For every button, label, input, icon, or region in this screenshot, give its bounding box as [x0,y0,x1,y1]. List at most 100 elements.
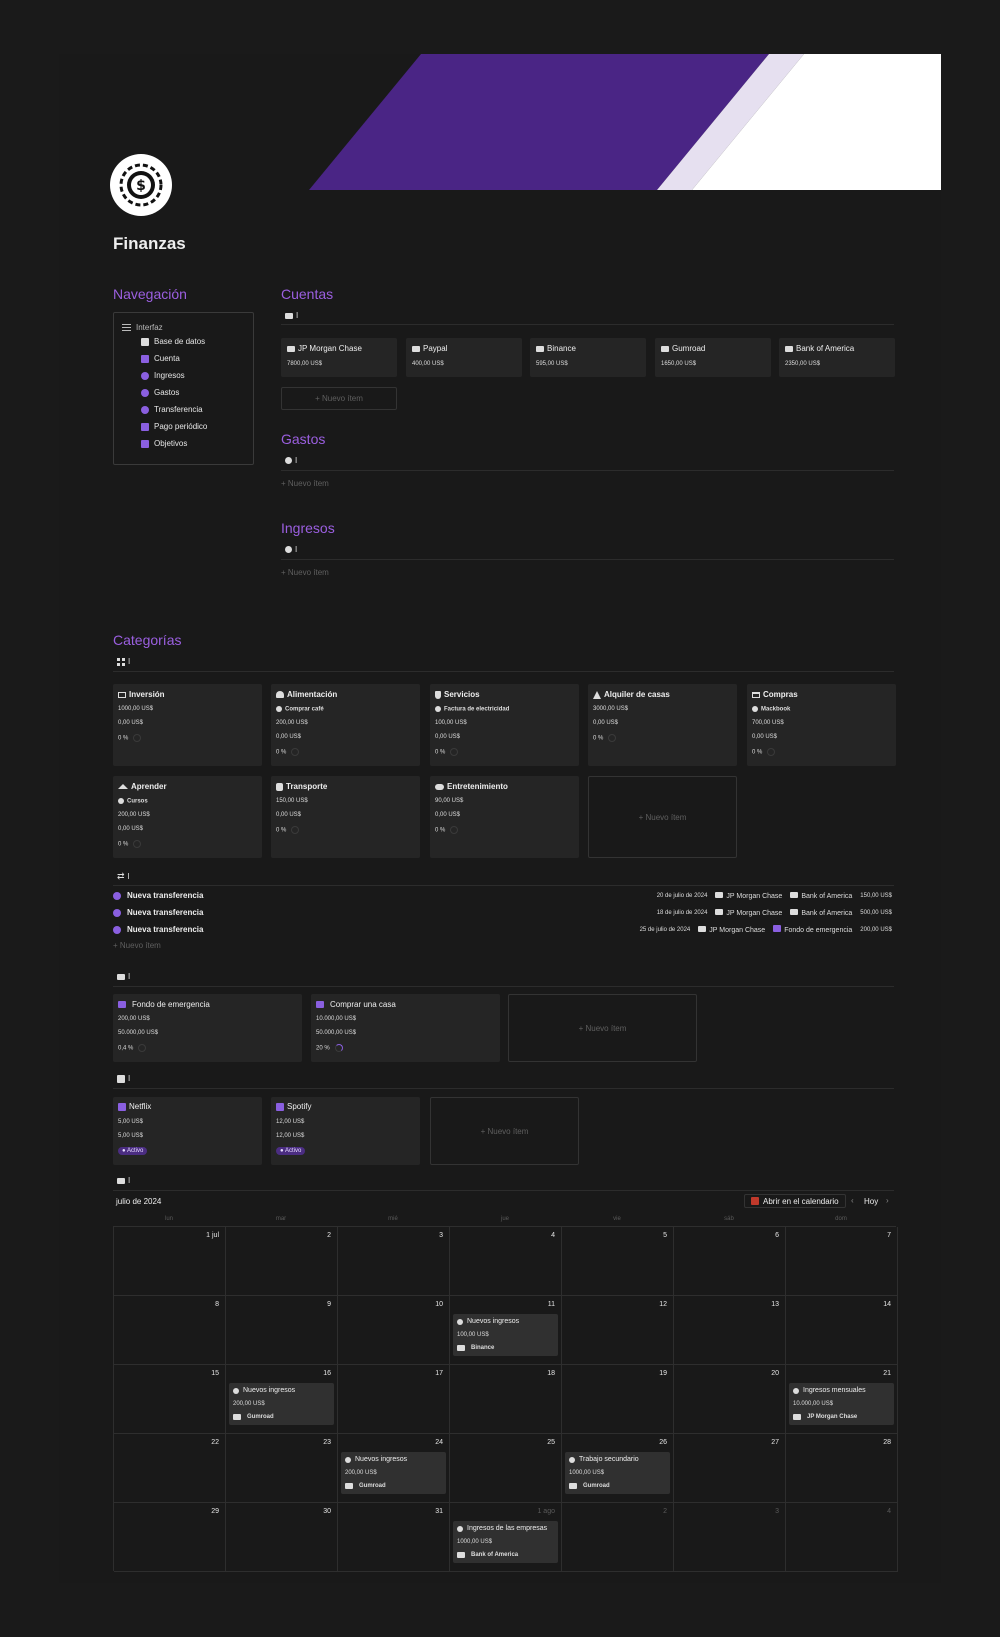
today-button[interactable]: Hoy [864,1197,878,1206]
day-number: 12 [659,1301,667,1308]
calendar-day-cell[interactable]: 23 [226,1434,338,1503]
prev-month-button[interactable]: ‹ [851,1196,854,1205]
calendar-event[interactable]: Trabajo secundario 1000,00 US$ Gumroad [565,1452,670,1494]
subscriptions-new-item-button[interactable]: + Nuevo ítem [430,1097,579,1165]
calendar-day-cell[interactable]: 4 [786,1503,898,1572]
calendar-day-cell[interactable]: 27 [674,1434,786,1503]
calendar-day-cell[interactable]: 9 [226,1296,338,1365]
calendar-day-cell[interactable]: 21 Ingresos mensuales 10.000,00 US$ JP Morg… [786,1365,898,1434]
nav-item-pago-periodico[interactable]: Pago periódico [141,422,207,431]
finance-gear-icon[interactable]: $ [110,154,172,216]
calendar-day-cell[interactable]: 6 [674,1227,786,1296]
calendar-day-cell[interactable]: 8 [114,1296,226,1365]
account-card[interactable]: Binance 595,00 US$ [530,338,646,377]
calendar-day-cell[interactable]: 26 Trabajo secundario 1000,00 US$ Gumroad [562,1434,674,1503]
categorias-view-tab[interactable]: I [117,657,130,666]
nav-item-transferencia[interactable]: Transferencia [141,405,203,414]
next-month-button[interactable]: › [886,1196,889,1205]
calendar-day-cell[interactable]: 30 [226,1503,338,1572]
transfer-view-tab[interactable]: ⇄ I [117,871,130,882]
calendar-day-cell[interactable]: 12 [562,1296,674,1365]
nav-item-cuenta[interactable]: Cuenta [141,354,180,363]
account-card[interactable]: Bank of America 2350,00 US$ [779,338,895,377]
calendar-day-cell[interactable]: 3 [338,1227,450,1296]
calendar-day-cell[interactable]: 2 [562,1503,674,1572]
gastos-view-tab[interactable]: I [285,456,297,465]
nav-item-ingresos[interactable]: Ingresos [141,371,185,380]
calendar-day-cell[interactable]: 3 [674,1503,786,1572]
transfer-row[interactable]: Nueva transferencia 25 de julio de 2024 J… [113,922,892,937]
calendar-day-cell[interactable]: 29 [114,1503,226,1572]
calendar-day-cell[interactable]: 13 [674,1296,786,1365]
calendar-day-cell[interactable]: 20 [674,1365,786,1434]
transfer-new-item-button[interactable]: + Nuevo ítem [113,941,161,950]
calendar-event[interactable]: Nuevos ingresos 200,00 US$ Gumroad [229,1383,334,1425]
calendar-day-cell[interactable]: 24 Nuevos ingresos 200,00 US$ Gumroad [338,1434,450,1503]
category-card[interactable]: Servicios Factura de electricidad 100,00… [430,684,579,766]
calendar-day-cell[interactable]: 25 [450,1434,562,1503]
calendar-day-cell[interactable]: 4 [450,1227,562,1296]
calendar-event[interactable]: Nuevos ingresos 200,00 US$ Gumroad [341,1452,446,1494]
calendar-day-cell[interactable]: 15 [114,1365,226,1434]
nav-item-gastos[interactable]: Gastos [141,388,179,397]
ingresos-new-item-button[interactable]: + Nuevo ítem [281,568,329,577]
calendar-day-cell[interactable]: 17 [338,1365,450,1434]
nav-item-base-de-datos[interactable]: Base de datos [141,337,205,346]
calendar-event[interactable]: Nuevos ingresos 100,00 US$ Binance [453,1314,558,1356]
category-card[interactable]: Transporte 150,00 US$ 0,00 US$ 0 % [271,776,420,858]
calendar-day-cell[interactable]: 18 [450,1365,562,1434]
calendar-event[interactable]: Ingresos mensuales 10.000,00 US$ JP Morgan… [789,1383,894,1425]
transfer-row[interactable]: Nueva transferencia 18 de julio de 2024 J… [113,905,892,920]
calendar-day-cell[interactable]: 16 Nuevos ingresos 200,00 US$ Gumroad [226,1365,338,1434]
ingresos-heading: Ingresos [281,520,335,536]
investment-icon [118,691,126,698]
nav-root[interactable]: Interfaz [122,323,163,332]
account-card[interactable]: Gumroad 1650,00 US$ [655,338,771,377]
gastos-new-item-button[interactable]: + Nuevo ítem [281,479,329,488]
calendar-day-cell[interactable]: 14 [786,1296,898,1365]
bank-card-icon [569,1483,577,1489]
ingresos-view-tab[interactable]: I [285,545,297,554]
nav-item-objetivos[interactable]: Objetivos [141,439,187,448]
calendar-view-tab[interactable]: I [117,1176,130,1185]
goal-card[interactable]: Comprar una casa 10.000,00 US$ 50.000,00… [311,994,500,1062]
calendar-day-cell[interactable]: 7 [786,1227,898,1296]
goals-new-item-button[interactable]: + Nuevo ítem [508,994,697,1062]
calendar-day-cell[interactable]: 28 [786,1434,898,1503]
category-card[interactable]: Alquiler de casas 3000,00 US$ 0,00 US$ 0… [588,684,737,766]
gamepad-icon [435,783,444,790]
goal-card[interactable]: Fondo de emergencia 200,00 US$ 50.000,00… [113,994,302,1062]
category-card[interactable]: Aprender Cursos 200,00 US$ 0,00 US$ 0 % [113,776,262,858]
goals-view-tab[interactable]: I [117,972,130,981]
category-card[interactable]: Alimentación Comprar café 200,00 US$ 0,0… [271,684,420,766]
cuentas-new-item-button[interactable]: + Nuevo ítem [281,387,397,410]
category-card[interactable]: Inversión 1000,00 US$ 0,00 US$ 0 % [113,684,262,766]
calendar-day-cell[interactable]: 22 [114,1434,226,1503]
category-card[interactable]: Entretenimiento 90,00 US$ 0,00 US$ 0 % [430,776,579,858]
subscription-card[interactable]: Spotify 12,00 US$ 12,00 US$ ● Activo [271,1097,420,1165]
open-in-calendar-button[interactable]: Abrir en el calendario [744,1194,846,1208]
income-icon [793,1387,799,1394]
calendar-day-cell[interactable]: 5 [562,1227,674,1296]
calendar-day-cell[interactable]: 10 [338,1296,450,1365]
calendar-day-cell[interactable]: 11 Nuevos ingresos 100,00 US$ Binance [450,1296,562,1365]
category-card[interactable]: Compras Mackbook 700,00 US$ 0,00 US$ 0 % [747,684,896,766]
cover-image[interactable] [59,54,941,190]
calendar-event[interactable]: Ingresos de las empresas 1000,00 US$ Bank … [453,1521,558,1563]
account-card[interactable]: JP Morgan Chase 7800,00 US$ [281,338,397,377]
calendar-day-cell[interactable]: 31 [338,1503,450,1572]
subscriptions-view-tab[interactable]: I [117,1074,130,1083]
calendar-day-cell[interactable]: 1 ago Ingresos de las empresas 1000,00 US$… [450,1503,562,1572]
cuentas-view-tab[interactable]: I [285,311,298,320]
transfer-row[interactable]: Nueva transferencia 20 de julio de 2024 J… [113,888,892,903]
calendar-day-cell[interactable]: 1 jul [114,1227,226,1296]
event-account: Gumroad [345,1483,386,1489]
event-title: Nuevos ingresos [233,1387,295,1394]
account-card[interactable]: Paypal 400,00 US$ [406,338,522,377]
recurring-payment-icon [141,422,149,431]
subscription-card[interactable]: Netflix 5,00 US$ 5,00 US$ ● Activo [113,1097,262,1165]
calendar-day-cell[interactable]: 2 [226,1227,338,1296]
categorias-new-item-button[interactable]: + Nuevo ítem [588,776,737,858]
calendar-day-cell[interactable]: 19 [562,1365,674,1434]
page: $ Finanzas Navegación Interfaz Base de d… [59,54,941,1583]
